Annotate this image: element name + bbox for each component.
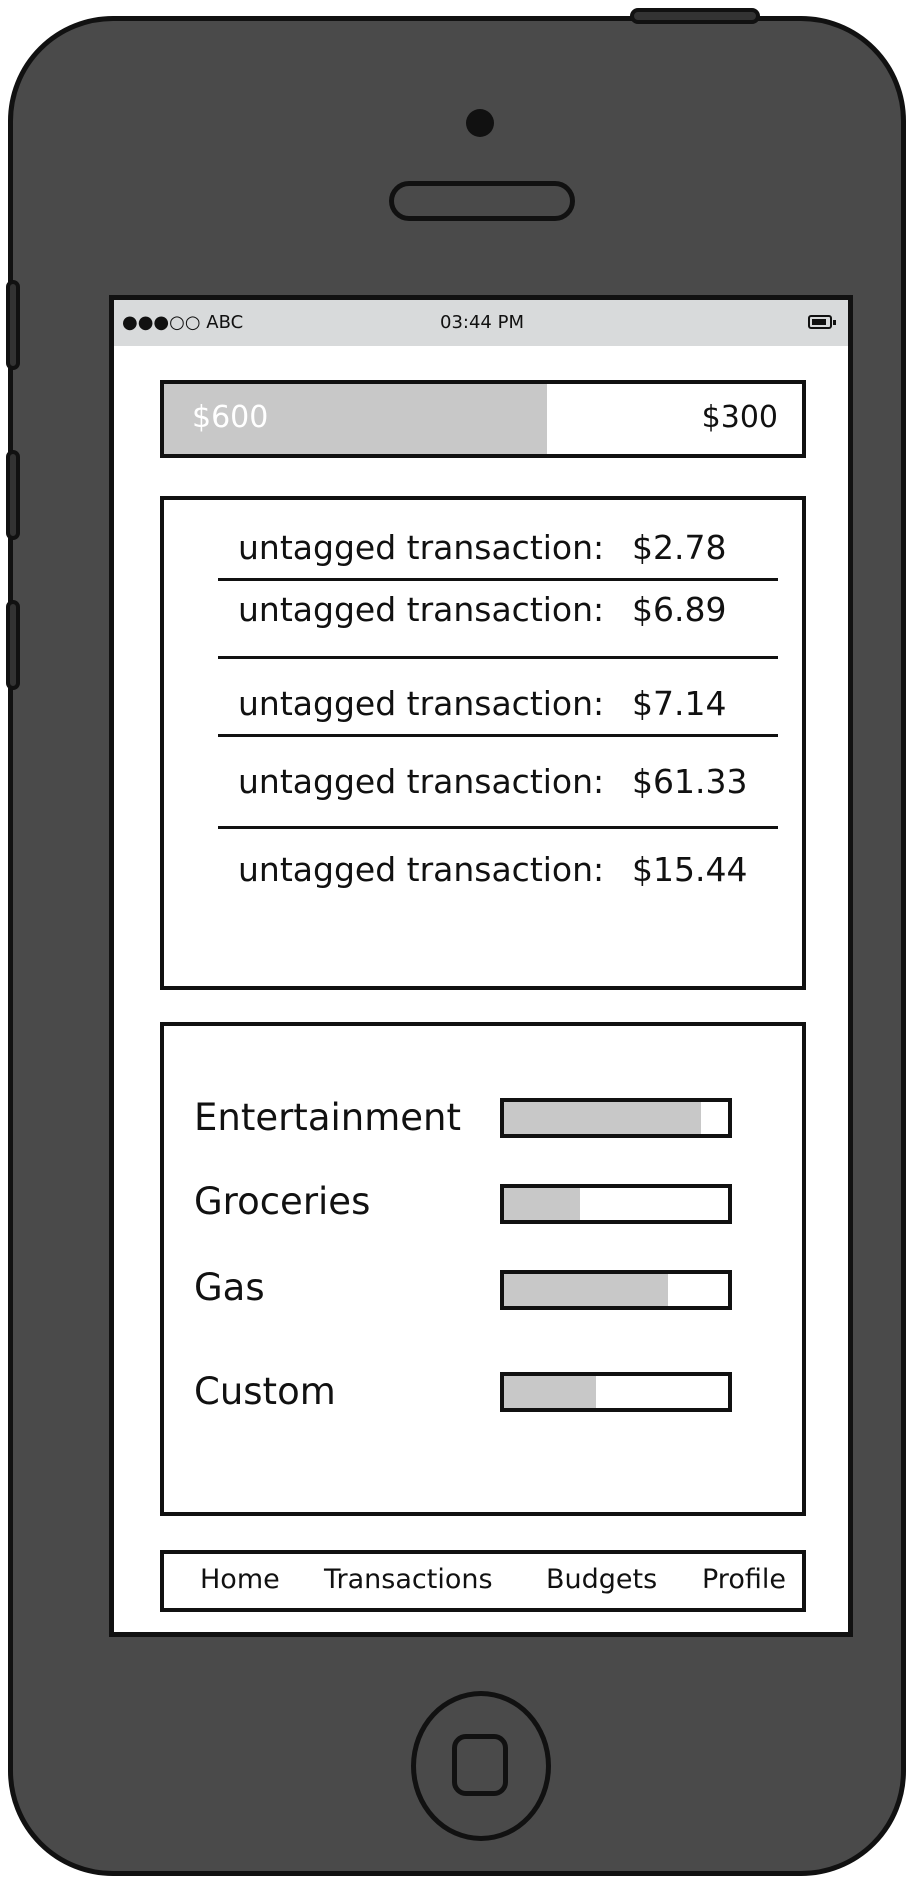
balance-spent: $600 — [192, 400, 269, 435]
transaction-item[interactable]: untagged transaction: $15.44 — [238, 850, 758, 900]
nav-budgets[interactable]: Budgets — [546, 1564, 657, 1595]
budget-label-gas: Gas — [194, 1266, 265, 1309]
home-button[interactable] — [411, 1691, 551, 1841]
status-bar: ●●●○○ ABC 03:44 PM — [114, 300, 848, 346]
nav-transactions[interactable]: Transactions — [324, 1564, 493, 1595]
speaker-icon — [389, 181, 575, 221]
budgets-panel: Entertainment Groceries Gas Custom — [160, 1022, 806, 1516]
transaction-item[interactable]: untagged transaction: $7.14 — [238, 684, 758, 734]
transaction-amount: $61.33 — [632, 762, 748, 801]
nav-home[interactable]: Home — [200, 1564, 280, 1595]
divider — [218, 826, 778, 829]
carrier-label: ●●●○○ ABC — [122, 312, 244, 333]
divider — [218, 578, 778, 581]
transaction-item[interactable]: untagged transaction: $6.89 — [238, 590, 758, 640]
budget-fill — [504, 1376, 596, 1408]
volume-down-button — [6, 600, 20, 690]
camera-icon — [466, 109, 494, 137]
nav-profile[interactable]: Profile — [702, 1564, 786, 1595]
transactions-panel: untagged transaction: $2.78 untagged tra… — [160, 496, 806, 990]
status-time: 03:44 PM — [440, 312, 524, 333]
budget-fill — [504, 1102, 702, 1134]
transaction-amount: $7.14 — [632, 684, 727, 723]
budget-label-entertainment: Entertainment — [194, 1096, 461, 1139]
phone-frame: ●●●○○ ABC 03:44 PM $600 $300 untagged tr… — [8, 16, 906, 1876]
budget-bar-entertainment[interactable] — [500, 1098, 732, 1138]
budget-bar-custom[interactable] — [500, 1372, 732, 1412]
transaction-item[interactable]: untagged transaction: $61.33 — [238, 762, 758, 812]
transaction-label: untagged transaction: — [238, 850, 605, 889]
transaction-label: untagged transaction: — [238, 590, 605, 629]
transaction-amount: $2.78 — [632, 528, 727, 567]
battery-icon — [808, 315, 836, 329]
transaction-label: untagged transaction: — [238, 762, 605, 801]
budget-fill — [504, 1188, 581, 1220]
budget-bar-groceries[interactable] — [500, 1184, 732, 1224]
power-button — [630, 8, 760, 24]
budget-bar-gas[interactable] — [500, 1270, 732, 1310]
budget-label-custom: Custom — [194, 1370, 336, 1413]
budget-fill — [504, 1274, 668, 1306]
transaction-label: untagged transaction: — [238, 528, 605, 567]
divider — [218, 656, 778, 659]
phone-screen: ●●●○○ ABC 03:44 PM $600 $300 untagged tr… — [109, 295, 853, 1637]
divider — [218, 734, 778, 737]
transaction-amount: $15.44 — [632, 850, 748, 889]
home-square-icon — [452, 1734, 508, 1796]
bottom-nav: Home Transactions Budgets Profile — [160, 1550, 806, 1612]
budget-label-groceries: Groceries — [194, 1180, 371, 1223]
transaction-amount: $6.89 — [632, 590, 727, 629]
balance-remaining: $300 — [701, 400, 778, 435]
balance-progress-bar: $600 $300 — [160, 380, 806, 458]
transaction-label: untagged transaction: — [238, 684, 605, 723]
transaction-item[interactable]: untagged transaction: $2.78 — [238, 528, 758, 578]
mute-switch — [6, 280, 20, 370]
volume-up-button — [6, 450, 20, 540]
